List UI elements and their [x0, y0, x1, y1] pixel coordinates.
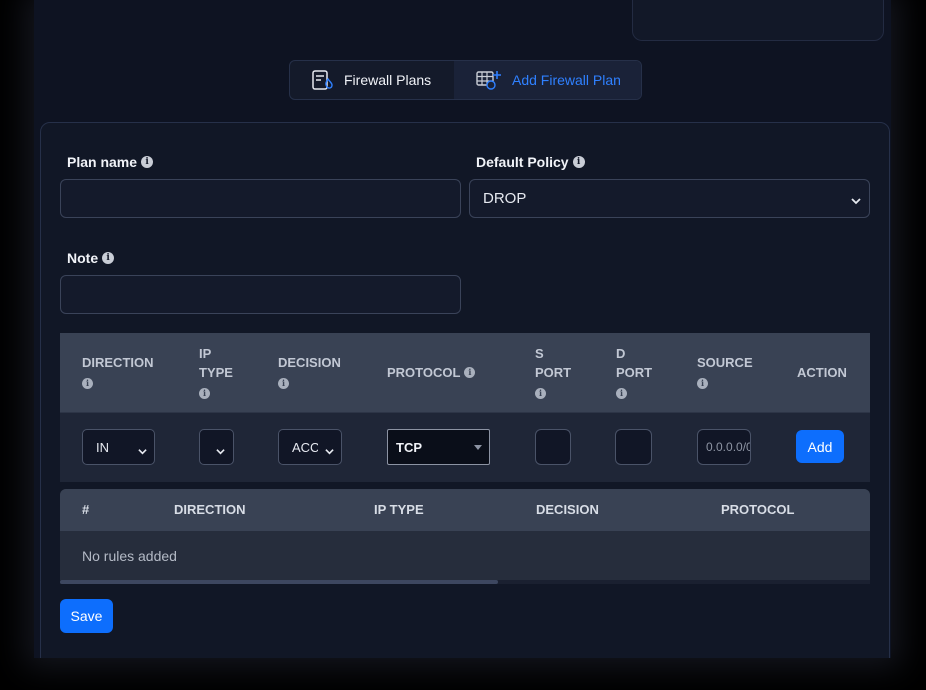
firewall-list-icon	[312, 70, 334, 90]
header-source: SOURCE i	[697, 353, 753, 391]
header-source-text: SOURCE	[697, 355, 753, 370]
chevron-down-icon	[216, 444, 225, 459]
info-icon[interactable]: i	[616, 388, 627, 399]
protocol-select[interactable]: TCP	[387, 429, 490, 465]
info-icon[interactable]: i	[572, 156, 585, 168]
tab-add-firewall-plan-label: Add Firewall Plan	[512, 72, 621, 88]
empty-state-text: No rules added	[82, 548, 177, 564]
header-ip-type-line1: IP	[199, 346, 212, 361]
save-button[interactable]: Save	[60, 599, 113, 633]
rule-builder-row: IN ACCEPT	[60, 412, 870, 482]
info-icon[interactable]: i	[141, 156, 154, 168]
rules-header-direction: DIRECTION	[174, 502, 246, 517]
rule-builder-header: DIRECTION i IP TYPE i DECISION i PROTOCO…	[60, 333, 870, 412]
source-input[interactable]: 0.0.0.0/0	[697, 429, 751, 465]
rules-header-decision: DECISION	[536, 502, 599, 517]
header-decision: DECISION i	[278, 353, 341, 391]
plan-name-input[interactable]	[60, 179, 461, 218]
decision-select[interactable]: ACCEPT	[278, 429, 342, 465]
top-card	[632, 0, 884, 41]
header-protocol: PROTOCOL i	[387, 363, 476, 382]
dport-input[interactable]	[615, 429, 652, 465]
note-label: Note i	[67, 250, 115, 266]
header-decision-text: DECISION	[278, 355, 341, 370]
header-sport: S PORT i	[535, 344, 571, 401]
rules-table-header: # DIRECTION IP TYPE DECISION PROTOCOL	[60, 489, 870, 531]
header-protocol-text: PROTOCOL	[387, 365, 461, 380]
chevron-down-icon	[325, 444, 334, 459]
direction-value: IN	[96, 439, 109, 455]
plan-name-label-text: Plan name	[67, 154, 138, 170]
note-label-text: Note	[67, 250, 99, 266]
header-dport-line2: PORT	[616, 365, 653, 380]
default-policy-value: DROP	[483, 190, 527, 207]
note-input[interactable]	[60, 275, 461, 314]
info-icon[interactable]: i	[464, 367, 476, 378]
header-ip-type-line2: TYPE	[199, 365, 233, 380]
rules-header-ip-type: IP TYPE	[374, 502, 424, 517]
plan-name-label: Plan name i	[67, 154, 154, 170]
info-icon[interactable]: i	[199, 388, 210, 399]
default-policy-label-text: Default Policy	[476, 154, 569, 170]
header-direction-text: DIRECTION	[82, 355, 154, 370]
info-icon[interactable]: i	[102, 252, 115, 264]
chevron-down-icon	[851, 193, 861, 210]
tab-firewall-plans[interactable]: Firewall Plans	[290, 61, 454, 99]
ip-type-select[interactable]	[199, 429, 234, 465]
default-policy-label: Default Policy i	[476, 154, 585, 170]
info-icon[interactable]: i	[535, 388, 546, 399]
add-firewall-icon	[476, 70, 502, 90]
default-policy-select[interactable]: DROP	[469, 179, 870, 218]
header-action-text: ACTION	[797, 365, 847, 380]
scrollbar-thumb[interactable]	[60, 580, 498, 584]
header-dport-line1: D	[616, 346, 626, 361]
header-dport: D PORT i	[616, 344, 652, 401]
direction-select[interactable]: IN	[82, 429, 155, 465]
tab-bar: Firewall Plans Add Firewall Plan	[289, 60, 642, 100]
info-icon[interactable]: i	[697, 378, 708, 389]
header-sport-line2: PORT	[535, 365, 572, 380]
source-placeholder: 0.0.0.0/0	[706, 440, 751, 454]
chevron-down-icon	[138, 444, 147, 459]
add-rule-button[interactable]: Add	[796, 430, 844, 463]
header-ip-type: IP TYPE i	[199, 344, 233, 401]
sport-input[interactable]	[535, 429, 571, 465]
caret-down-icon	[474, 445, 482, 450]
rule-builder-table: DIRECTION i IP TYPE i DECISION i PROTOCO…	[60, 333, 870, 482]
info-icon[interactable]: i	[82, 378, 93, 389]
rules-header-num: #	[82, 502, 90, 517]
header-action: ACTION	[797, 363, 847, 382]
tab-firewall-plans-label: Firewall Plans	[344, 72, 432, 88]
protocol-value: TCP	[396, 439, 422, 455]
decision-value: ACCEPT	[292, 439, 318, 455]
add-plan-panel: Plan name i Default Policy i DROP Note i…	[40, 122, 890, 658]
tab-add-firewall-plan[interactable]: Add Firewall Plan	[454, 61, 641, 99]
header-direction: DIRECTION i	[82, 353, 154, 391]
header-sport-line1: S	[535, 346, 544, 361]
rules-header-protocol: PROTOCOL	[721, 502, 795, 517]
horizontal-scrollbar[interactable]	[60, 580, 870, 584]
info-icon[interactable]: i	[278, 378, 289, 389]
app-frame: Firewall Plans Add Firewall Plan Plan na…	[34, 0, 891, 658]
rules-table: # DIRECTION IP TYPE DECISION PROTOCOL No…	[60, 489, 870, 581]
